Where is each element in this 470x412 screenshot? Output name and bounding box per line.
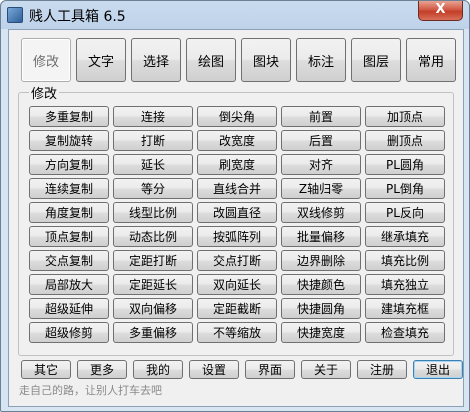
bottom-button-6[interactable]: 注册 [357, 360, 407, 379]
command-button[interactable]: 连续复制 [29, 178, 109, 199]
group-label: 修改 [29, 83, 60, 102]
bottom-button-4[interactable]: 界面 [245, 360, 295, 379]
command-button[interactable]: 定距截断 [197, 298, 277, 319]
command-button[interactable]: 定距延长 [113, 274, 193, 295]
command-button[interactable]: 边界删除 [281, 250, 361, 271]
command-button[interactable]: 填充独立 [365, 274, 445, 295]
tab-6[interactable]: 图层 [351, 38, 401, 82]
command-button[interactable]: 多重偏移 [113, 322, 193, 343]
command-button[interactable]: 角度复制 [29, 202, 109, 223]
command-button[interactable]: 延长 [113, 154, 193, 175]
command-button[interactable]: 复制旋转 [29, 130, 109, 151]
command-button[interactable]: 刷宽度 [197, 154, 277, 175]
close-button[interactable]: X [418, 1, 463, 21]
tab-7[interactable]: 常用 [406, 38, 456, 82]
command-button[interactable]: 局部放大 [29, 274, 109, 295]
command-button[interactable]: 动态比例 [113, 226, 193, 247]
client-area: 修改 文字 选择 绘图 图块 标注 图层 常用 修改 多重复制 连接 倒尖角 前置 加顶点复制旋转 打断… [8, 29, 464, 407]
command-button[interactable]: 交点复制 [29, 250, 109, 271]
command-button[interactable]: 超级修剪 [29, 322, 109, 343]
command-button[interactable]: 后置 [281, 130, 361, 151]
bottom-button-2[interactable]: 我的 [133, 360, 183, 379]
bottom-button-1[interactable]: 更多 [77, 360, 127, 379]
command-button[interactable]: 按弧阵列 [197, 226, 277, 247]
tab-3[interactable]: 绘图 [186, 38, 236, 82]
command-button[interactable]: 线型比例 [113, 202, 193, 223]
command-button[interactable]: 填充比例 [365, 250, 445, 271]
command-button[interactable]: 快捷圆角 [281, 298, 361, 319]
command-button[interactable]: 加顶点 [365, 106, 445, 127]
command-button[interactable]: 连接 [113, 106, 193, 127]
tab-5[interactable]: 标注 [296, 38, 346, 82]
command-button[interactable]: 多重复制 [29, 106, 109, 127]
command-button[interactable]: 不等缩放 [197, 322, 277, 343]
command-button[interactable]: 超级延伸 [29, 298, 109, 319]
command-button[interactable]: Z轴归零 [281, 178, 361, 199]
command-button[interactable]: PL圆角 [365, 154, 445, 175]
command-button[interactable]: 删顶点 [365, 130, 445, 151]
command-button[interactable]: 建填充框 [365, 298, 445, 319]
command-button[interactable]: 交点打断 [197, 250, 277, 271]
command-button[interactable]: 双线修剪 [281, 202, 361, 223]
tab-1[interactable]: 文字 [76, 38, 126, 82]
command-button[interactable]: 改圆直径 [197, 202, 277, 223]
command-button[interactable]: 改宽度 [197, 130, 277, 151]
command-button[interactable]: 继承填充 [365, 226, 445, 247]
bottom-button-5[interactable]: 关于 [301, 360, 351, 379]
command-button[interactable]: 方向复制 [29, 154, 109, 175]
command-button[interactable]: 批量偏移 [281, 226, 361, 247]
status-text: 走自己的路，让别人打车去吧 [19, 384, 162, 397]
bottom-button-7[interactable]: 退出 [413, 360, 463, 379]
tab-0[interactable]: 修改 [21, 38, 71, 82]
app-icon [7, 7, 23, 23]
bottom-button-0[interactable]: 其它 [21, 360, 71, 379]
command-button[interactable]: 打断 [113, 130, 193, 151]
command-button[interactable]: 前置 [281, 106, 361, 127]
command-button[interactable]: 双向偏移 [113, 298, 193, 319]
tab-4[interactable]: 图块 [241, 38, 291, 82]
bottom-toolbar: 其它 更多 我的 设置 界面 关于 注册 退出 [21, 360, 469, 379]
command-button[interactable]: 快捷颜色 [281, 274, 361, 295]
tab-2[interactable]: 选择 [131, 38, 181, 82]
command-button[interactable]: 顶点复制 [29, 226, 109, 247]
command-button[interactable]: 定距打断 [113, 250, 193, 271]
command-button[interactable]: 双向延长 [197, 274, 277, 295]
command-button[interactable]: 等分 [113, 178, 193, 199]
command-button[interactable]: 对齐 [281, 154, 361, 175]
command-button[interactable]: 倒尖角 [197, 106, 277, 127]
command-button[interactable]: 快捷宽度 [281, 322, 361, 343]
tab-bar: 修改 文字 选择 绘图 图块 标注 图层 常用 [21, 38, 461, 82]
bottom-button-3[interactable]: 设置 [189, 360, 239, 379]
app-window: 贱人工具箱 6.5 X 修改 文字 选择 绘图 图块 标注 图层 常用 修改 多重复制 连接 倒尖… [0, 0, 470, 412]
command-button[interactable]: PL倒角 [365, 178, 445, 199]
command-button[interactable]: 检查填充 [365, 322, 445, 343]
command-grid: 多重复制 连接 倒尖角 前置 加顶点 复制旋转 打断 改宽度 后置 删顶点 方向复制 延长 刷宽度 对齐 P… [29, 106, 445, 343]
command-button[interactable]: 直线合并 [197, 178, 277, 199]
command-button[interactable]: PL反向 [365, 202, 445, 223]
title-bar[interactable]: 贱人工具箱 6.5 X [1, 1, 469, 29]
window-title: 贱人工具箱 6.5 [29, 9, 126, 25]
